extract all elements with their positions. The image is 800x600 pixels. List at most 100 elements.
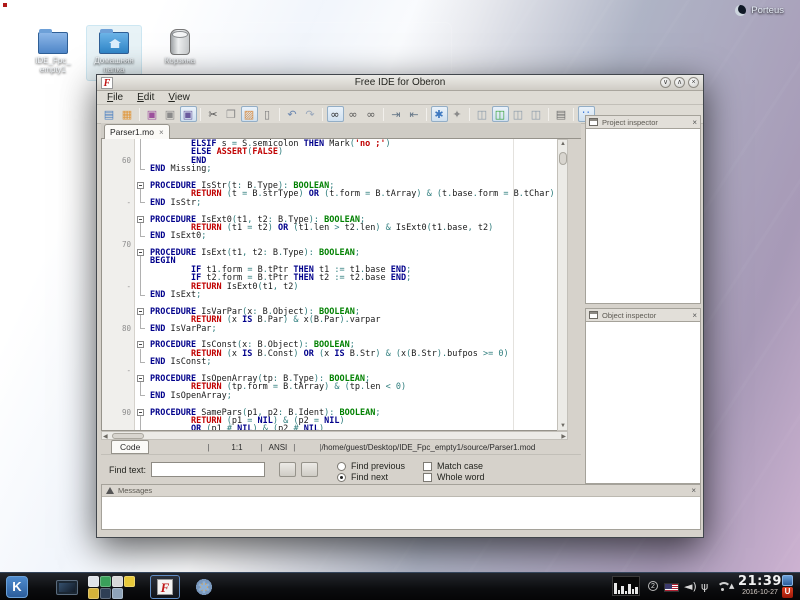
vertical-scroll-thumb[interactable] bbox=[559, 152, 567, 165]
desktop-icon-trash[interactable] bbox=[170, 29, 190, 55]
print-button[interactable]: ▤ bbox=[553, 106, 570, 122]
close-button[interactable]: × bbox=[688, 77, 699, 88]
status-bar: Code | 1:1 | ANSI | | /home/guest/Deskto… bbox=[101, 440, 581, 454]
file-manager-launcher-icon[interactable] bbox=[88, 576, 99, 587]
find-previous-radio[interactable] bbox=[337, 462, 346, 471]
fold-guide bbox=[136, 223, 149, 231]
menu-view[interactable]: View bbox=[161, 92, 197, 103]
unindent-button[interactable]: ⇤ bbox=[406, 106, 423, 122]
file-path: /home/guest/Desktop/IDE_Fpc_empty1/sourc… bbox=[321, 443, 535, 452]
find-previous-button[interactable]: ∞ bbox=[363, 106, 380, 122]
delete-button[interactable]: ▯ bbox=[259, 106, 276, 122]
find-prev-button[interactable] bbox=[279, 462, 296, 477]
cd-burner-launcher-icon[interactable] bbox=[88, 588, 99, 599]
active-task-button[interactable]: F bbox=[150, 575, 180, 599]
new-file-button[interactable]: ▤ bbox=[101, 106, 118, 122]
messages-close-icon[interactable]: × bbox=[691, 486, 696, 495]
save-all-button[interactable]: ▣ bbox=[162, 106, 179, 122]
settings-button[interactable]: ✱ bbox=[431, 106, 448, 122]
build-run-button[interactable]: ◫ bbox=[492, 106, 509, 122]
volume-icon[interactable]: ◄) bbox=[684, 580, 697, 593]
code-editor[interactable]: ELSIF s = S.semicolon THEN Mark('no ;') … bbox=[101, 139, 568, 431]
object-inspector-close-icon[interactable]: × bbox=[692, 311, 697, 320]
toolbar-separator bbox=[548, 108, 549, 121]
browser-launcher-icon[interactable] bbox=[124, 576, 135, 587]
kde-menu-button[interactable]: K bbox=[6, 576, 28, 598]
image-viewer-launcher-icon[interactable] bbox=[112, 588, 123, 599]
run-button[interactable]: ◫ bbox=[528, 106, 545, 122]
fold-marker-icon[interactable] bbox=[136, 215, 149, 223]
project-inspector-panel[interactable] bbox=[585, 129, 701, 304]
scroll-down-icon[interactable]: ▼ bbox=[560, 422, 566, 430]
compile-button[interactable]: ◫ bbox=[474, 106, 491, 122]
editor-tab[interactable]: Parser1.mo × bbox=[104, 124, 170, 139]
copy-button[interactable]: ❐ bbox=[223, 106, 240, 122]
code-view-button[interactable]: Code bbox=[111, 440, 149, 454]
fold-marker-icon[interactable] bbox=[136, 248, 149, 256]
quick-launch-area bbox=[88, 576, 140, 599]
fold-marker-icon[interactable] bbox=[136, 181, 149, 189]
object-inspector-panel[interactable] bbox=[585, 322, 701, 484]
scroll-up-icon[interactable]: ▲ bbox=[560, 140, 566, 148]
find-next-radio[interactable] bbox=[337, 473, 346, 482]
keyboard-layout-flag-icon[interactable] bbox=[664, 583, 679, 592]
indent-button[interactable]: ⇥ bbox=[388, 106, 405, 122]
build-options-button[interactable]: ✦ bbox=[449, 106, 466, 122]
maximize-button[interactable]: ∧ bbox=[674, 77, 685, 88]
graph-bar bbox=[635, 587, 638, 594]
desktop-icon-home[interactable] bbox=[99, 32, 129, 54]
code-line: END IsConst; bbox=[102, 357, 567, 365]
undo-button[interactable]: ↶ bbox=[284, 106, 301, 122]
find-next-button[interactable]: ∞ bbox=[345, 106, 362, 122]
clipboard-tray-icon[interactable] bbox=[782, 575, 793, 586]
open-folder-button[interactable]: ▦ bbox=[119, 106, 136, 122]
fold-marker-icon[interactable] bbox=[136, 408, 149, 416]
desktop-pager-icon[interactable]: 2 bbox=[648, 581, 658, 591]
updater-tray-icon[interactable]: U bbox=[782, 587, 793, 598]
code-line: 60 END bbox=[102, 156, 567, 164]
settings-launcher-icon[interactable] bbox=[194, 577, 214, 597]
fold-marker-icon[interactable] bbox=[136, 374, 149, 382]
show-desktop-button[interactable] bbox=[56, 580, 78, 595]
find-next-button[interactable] bbox=[301, 462, 318, 477]
messages-header[interactable]: Messages × bbox=[102, 485, 700, 497]
menu-edit[interactable]: Edit bbox=[130, 92, 161, 103]
fold-marker-icon[interactable] bbox=[136, 340, 149, 348]
clock[interactable]: 21:39 bbox=[737, 574, 783, 589]
minimize-button[interactable]: ∨ bbox=[660, 77, 671, 88]
title-bar[interactable]: F Free IDE for Oberon ∨ ∧ × bbox=[97, 75, 703, 91]
desktop-icon-ide-fpc[interactable] bbox=[38, 32, 68, 54]
redo-button[interactable]: ↷ bbox=[302, 106, 319, 122]
paste-button[interactable]: ▨ bbox=[241, 106, 258, 122]
menu-bar: FileEditView bbox=[97, 91, 703, 105]
fold-marker-icon[interactable] bbox=[136, 307, 149, 315]
save-as-button[interactable]: ▣ bbox=[180, 106, 197, 122]
calendar-launcher-icon[interactable] bbox=[112, 576, 123, 587]
tab-close-icon[interactable]: × bbox=[159, 128, 164, 137]
save-all-icon: ▣ bbox=[165, 109, 175, 120]
fold-guide bbox=[136, 315, 149, 323]
cpu-monitor-graph[interactable] bbox=[612, 576, 640, 596]
usb-icon[interactable]: ψ bbox=[701, 580, 708, 593]
date[interactable]: 2016-10-27 bbox=[735, 589, 785, 596]
whole-word-checkbox[interactable] bbox=[423, 473, 432, 482]
find-input[interactable] bbox=[151, 462, 265, 477]
graph-bar bbox=[614, 583, 617, 594]
wifi-icon[interactable] bbox=[716, 582, 728, 592]
horizontal-scrollbar[interactable]: ◀ ▶ bbox=[101, 431, 568, 440]
menu-file[interactable]: File bbox=[100, 92, 130, 103]
find-button[interactable]: ∞ bbox=[327, 106, 344, 122]
toolbar-separator bbox=[469, 108, 470, 121]
compile-run-button[interactable]: ◫ bbox=[510, 106, 527, 122]
save-button[interactable]: ▣ bbox=[144, 106, 161, 122]
cut-button[interactable]: ✂ bbox=[205, 106, 222, 122]
vertical-scrollbar[interactable]: ▲ ▼ bbox=[557, 139, 568, 431]
match-case-checkbox[interactable] bbox=[423, 462, 432, 471]
tray-expand-icon[interactable]: ▲ bbox=[729, 582, 734, 590]
project-inspector-close-icon[interactable]: × bbox=[692, 118, 697, 127]
project-inspector-header[interactable]: Project inspector × bbox=[585, 115, 701, 129]
horizontal-scroll-thumb[interactable] bbox=[112, 433, 144, 439]
object-inspector-header[interactable]: Object inspector × bbox=[585, 308, 701, 322]
clock-launcher-icon[interactable] bbox=[100, 576, 111, 587]
web-globe-launcher-icon[interactable] bbox=[100, 588, 111, 599]
